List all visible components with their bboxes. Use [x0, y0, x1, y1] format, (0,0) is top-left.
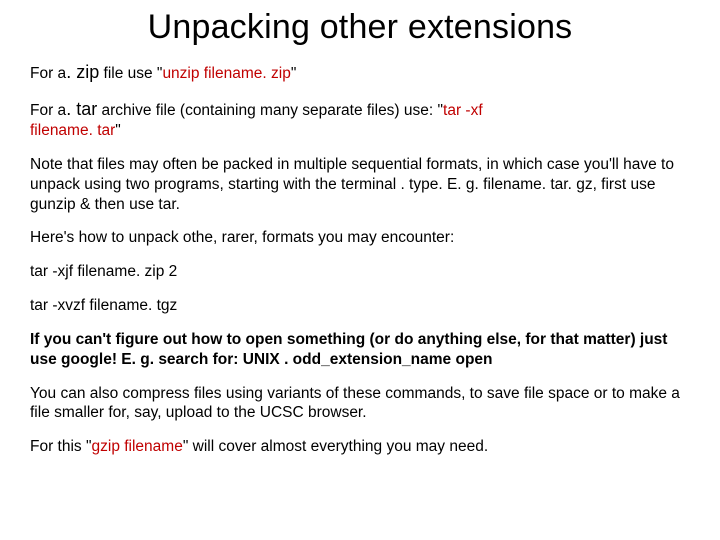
- cmd-tar-xf: tar -xf: [443, 102, 483, 119]
- cmd-tar-xjf: tar -xjf filename. zip 2: [30, 262, 690, 282]
- para-compress-note: You can also compress files using varian…: [30, 384, 690, 424]
- cmd-tar-xvzf: tar -xvzf filename. tgz: [30, 296, 690, 316]
- ext-zip: . zip: [66, 62, 99, 82]
- para-rarer-intro: Here's how to unpack othe, rarer, format…: [30, 228, 690, 248]
- para-google-tip: If you can't figure out how to open some…: [30, 330, 690, 370]
- slide-title: Unpacking other extensions: [30, 8, 690, 47]
- text: archive file (containing many separate f…: [97, 102, 443, 119]
- para-multiformat-note: Note that files may often be packed in m…: [30, 155, 690, 214]
- text: " will cover almost everything you may n…: [183, 438, 488, 455]
- text: For a: [30, 65, 66, 82]
- text: For this ": [30, 438, 92, 455]
- para-tar: For a. tar archive file (containing many…: [30, 98, 690, 141]
- text: For a: [30, 102, 66, 119]
- text: ": [291, 65, 297, 82]
- cmd-gzip: gzip filename: [92, 438, 183, 455]
- text: file use ": [99, 65, 162, 82]
- ext-tar: . tar: [66, 99, 97, 119]
- text: ": [115, 122, 121, 139]
- cmd-tar-file: filename. tar: [30, 122, 115, 139]
- para-zip: For a. zip file use "unzip filename. zip…: [30, 61, 690, 84]
- para-gzip: For this "gzip filename" will cover almo…: [30, 437, 690, 457]
- cmd-unzip: unzip filename. zip: [162, 65, 290, 82]
